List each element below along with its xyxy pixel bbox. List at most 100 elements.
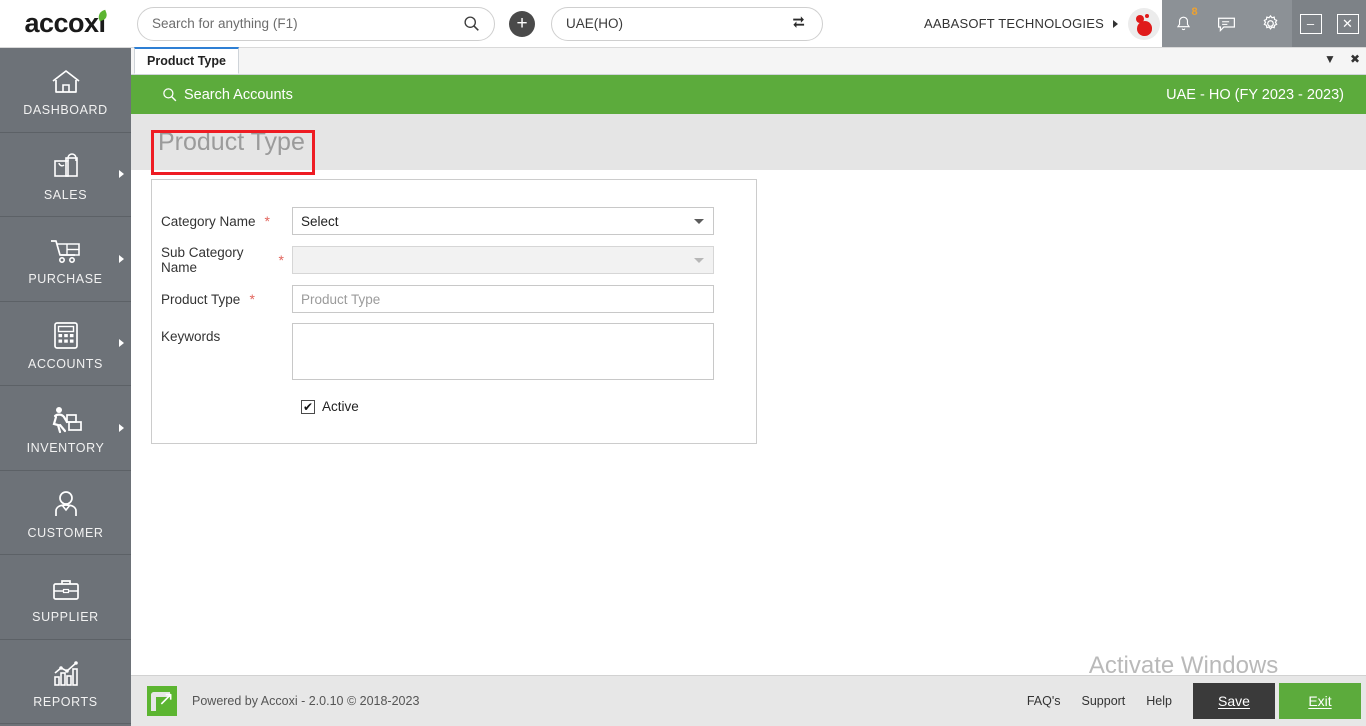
search-input[interactable] xyxy=(152,16,463,31)
field-product-type: Product Type * xyxy=(161,285,756,313)
footer-actions: FAQ's Support Help Save Exit xyxy=(1027,676,1366,726)
required-marker: * xyxy=(249,291,255,307)
sidebar-item-label: SALES xyxy=(43,187,88,202)
bell-icon[interactable]: 8 xyxy=(1169,5,1199,39)
field-category-name: Category Name * Select xyxy=(161,207,756,235)
user-name: AABASOFT TECHNOLOGIES xyxy=(924,16,1104,31)
selected-value: Select xyxy=(301,213,339,229)
app-logo[interactable]: accoxi xyxy=(0,0,130,47)
tab-product-type[interactable]: Product Type xyxy=(134,47,239,74)
field-label: Sub Category Name * xyxy=(161,245,292,275)
main-area: Product Type ▼ ✖ Search Accounts UAE - H… xyxy=(131,47,1366,726)
field-sub-category-name: Sub Category Name * xyxy=(161,245,756,275)
chevron-right-icon xyxy=(119,339,124,348)
close-icon[interactable]: ✖ xyxy=(1350,52,1360,66)
calculator-icon xyxy=(52,316,80,350)
page-title-strip: Product Type xyxy=(131,114,1366,170)
sidebar-nav: DASHBOARD SALES PURCHASE ACCOUNTS INVENT… xyxy=(0,48,131,726)
add-new-button[interactable]: + xyxy=(509,10,535,37)
chevron-right-icon xyxy=(1113,19,1118,28)
product-type-input[interactable] xyxy=(292,285,714,313)
search-accounts-label: Search Accounts xyxy=(184,86,293,103)
keywords-textarea[interactable] xyxy=(292,323,714,380)
minimize-icon[interactable]: – xyxy=(1299,13,1322,34)
footer-link-help[interactable]: Help xyxy=(1146,694,1172,708)
bar-chart-icon xyxy=(50,654,82,688)
save-button[interactable]: Save xyxy=(1193,683,1275,719)
active-checkbox[interactable]: ✔ xyxy=(301,399,315,414)
chevron-down-icon xyxy=(694,218,704,224)
system-icons: 8 xyxy=(1162,0,1292,47)
gear-icon[interactable] xyxy=(1255,9,1285,39)
footer-link-faqs[interactable]: FAQ's xyxy=(1027,694,1061,708)
sidebar-item-supplier[interactable]: SUPPLIER xyxy=(0,555,131,640)
person-icon xyxy=(52,485,80,519)
sidebar-item-dashboard[interactable]: DASHBOARD xyxy=(0,48,131,133)
sidebar-item-inventory[interactable]: INVENTORY xyxy=(0,386,131,471)
top-bar: accoxi + UAE(HO) AABASOFT TE xyxy=(0,0,1366,48)
shopping-bag-icon xyxy=(51,147,81,181)
footer-bar: ↗ Powered by Accoxi - 2.0.10 © 2018-2023… xyxy=(131,675,1366,726)
sidebar-item-label: SUPPLIER xyxy=(32,610,99,625)
notification-badge: 8 xyxy=(1191,5,1198,18)
field-active: ✔ Active xyxy=(301,399,756,414)
footer-branding: ↗ Powered by Accoxi - 2.0.10 © 2018-2023 xyxy=(131,686,419,716)
switch-branch-icon[interactable] xyxy=(791,15,808,32)
user-avatar[interactable] xyxy=(1128,7,1160,40)
field-label: Keywords xyxy=(161,323,292,344)
label-text: Sub Category Name xyxy=(161,245,244,275)
briefcase-icon xyxy=(51,569,81,603)
logo-text: accoxi xyxy=(24,8,106,38)
sidebar-item-accounts[interactable]: ACCOUNTS xyxy=(0,302,131,386)
sidebar-item-label: DASHBOARD xyxy=(23,103,108,118)
exit-button[interactable]: Exit xyxy=(1279,683,1361,719)
product-type-form: Category Name * Select Sub Category Name xyxy=(151,179,757,444)
sidebar-item-label: REPORTS xyxy=(33,694,98,709)
chevron-right-icon xyxy=(119,170,124,179)
message-icon[interactable] xyxy=(1212,9,1242,39)
tab-controls: ▼ ✖ xyxy=(1324,52,1360,66)
chevron-right-icon xyxy=(119,423,124,432)
page-title: Product Type xyxy=(158,127,305,156)
label-text: Category Name xyxy=(161,213,256,229)
label-text: Keywords xyxy=(161,329,221,344)
sidebar-item-label: CUSTOMER xyxy=(27,525,104,540)
footer-link-support[interactable]: Support xyxy=(1082,694,1126,708)
search-accounts-button[interactable]: Search Accounts xyxy=(162,87,293,103)
category-name-select[interactable]: Select xyxy=(292,207,714,235)
accoxi-mark-icon: ↗ xyxy=(147,686,177,716)
home-icon xyxy=(50,62,82,96)
search-icon xyxy=(162,87,177,102)
label-text: Product Type xyxy=(161,291,241,307)
sidebar-item-purchase[interactable]: PURCHASE xyxy=(0,217,131,302)
chevron-down-icon xyxy=(694,257,704,263)
window-controls: – ✕ xyxy=(1292,0,1366,47)
shopping-cart-icon xyxy=(49,231,83,265)
chevron-down-icon[interactable]: ▼ xyxy=(1324,52,1336,66)
field-label: Category Name * xyxy=(161,213,292,229)
powered-by-text: Powered by Accoxi - 2.0.10 © 2018-2023 xyxy=(192,694,420,708)
tab-label: Product Type xyxy=(147,54,226,68)
sidebar-item-label: INVENTORY xyxy=(26,441,105,456)
search-icon[interactable] xyxy=(463,15,480,32)
sidebar-item-sales[interactable]: SALES xyxy=(0,133,131,217)
branch-selector[interactable]: UAE(HO) xyxy=(551,6,823,41)
branch-value: UAE(HO) xyxy=(566,16,623,31)
required-marker: * xyxy=(278,252,284,268)
sidebar-item-reports[interactable]: REPORTS xyxy=(0,640,131,724)
active-label: Active xyxy=(322,399,359,414)
fiscal-year-info: UAE - HO (FY 2023 - 2023) xyxy=(1166,86,1344,103)
close-icon[interactable]: ✕ xyxy=(1336,13,1359,34)
sub-category-name-select[interactable] xyxy=(292,246,714,274)
user-menu[interactable]: AABASOFT TECHNOLOGIES xyxy=(924,0,1160,47)
accounts-search-bar: Search Accounts UAE - HO (FY 2023 - 2023… xyxy=(131,75,1366,114)
field-keywords: Keywords xyxy=(161,323,756,385)
chevron-right-icon xyxy=(119,254,124,263)
sidebar-item-label: ACCOUNTS xyxy=(28,356,103,371)
sidebar-item-customer[interactable]: CUSTOMER xyxy=(0,471,131,555)
application-window: accoxi + UAE(HO) AABASOFT TE xyxy=(0,0,1366,726)
warehouse-worker-icon xyxy=(49,400,83,434)
page-content: Category Name * Select Sub Category Name xyxy=(131,170,1366,701)
global-search[interactable] xyxy=(137,6,495,41)
required-marker: * xyxy=(264,213,270,229)
